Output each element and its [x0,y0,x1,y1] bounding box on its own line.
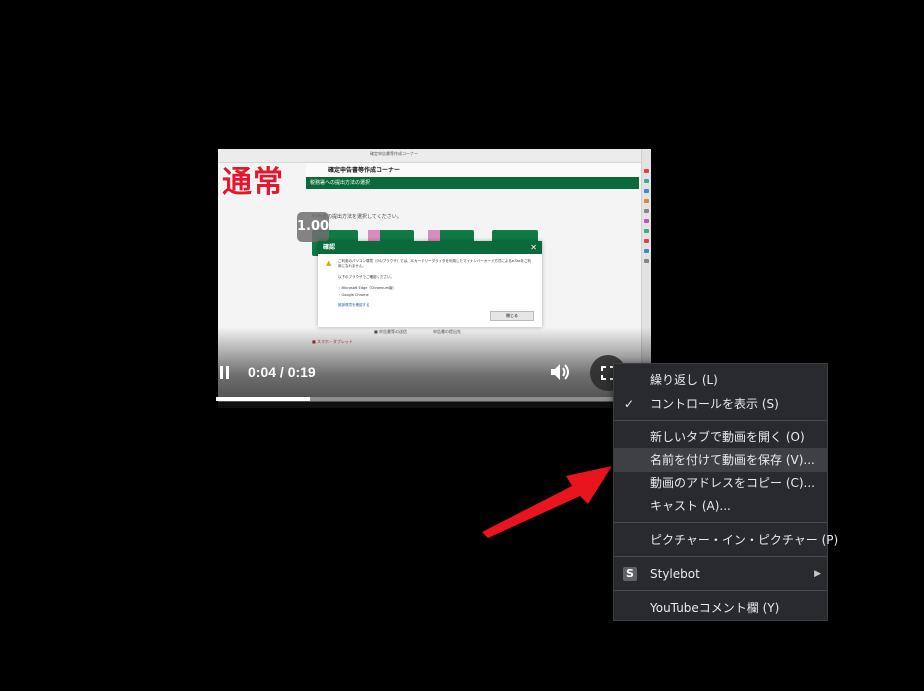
menu-item-label: ピクチャー・イン・ピクチャー (P) [650,533,839,547]
menu-item-label: YouTubeコメント欄 (Y) [650,601,780,615]
menu-item-label: Stylebot [650,567,700,581]
stage: 確定申告書等作成コーナー 確定申告書等作成コーナー 税務署への提出方法の選択 利… [0,0,924,691]
menu-item-label: 名前を付けて動画を保存 (V)... [650,453,815,467]
menu-item-label: コントロールを表示 (S) [650,397,779,411]
speed-badge: 1.00 [297,212,329,242]
progress-fill [216,397,310,401]
dialog-ok-button: 閉じる [490,311,534,321]
volume-icon[interactable] [550,363,570,381]
submenu-arrow-icon: ▶ [814,569,821,579]
video-green-bar-text: 税務署への提出方法の選択 [310,180,371,186]
dialog-link: 推奨環境を確認する [338,303,370,307]
menu-item-label: 動画のアドレスをコピー (C)... [650,476,816,490]
dialog-line: ご利用のパソコン環境（OS/ブラウザ）では、ICカードリーダライタを利用したマイ… [338,259,532,268]
menu-separator [614,420,827,421]
menu-separator [614,556,827,557]
video-site-header: 確定申告書等作成コーナー [306,163,641,177]
video-context-menu: 繰り返し (L) ✓ コントロールを表示 (S) 新しいタブで動画を開く (O)… [613,363,838,621]
dialog-line: ・Google Chrome [338,293,369,297]
dialog-title: 確認 [323,244,336,251]
video-green-bar: 税務署への提出方法の選択 [306,177,639,189]
video-confirm-dialog: 確認 ✕ ▲ ご利用のパソコン環境（OS/ブラウザ）では、ICカードリーダライタ… [318,241,542,327]
check-icon: ✓ [624,397,635,411]
menu-item-label: キャスト (A)... [650,499,731,513]
stylebot-icon: S [623,567,637,581]
warning-icon: ▲ [326,259,332,267]
menu-separator [614,590,827,591]
menu-item-label: 新しいタブで動画を開く (O) [650,430,805,444]
menu-item-copy-video-address[interactable]: 動画のアドレスをコピー (C)... [614,471,827,495]
dialog-header: 確認 ✕ [318,241,542,254]
close-icon: ✕ [530,243,537,252]
menu-item-show-controls[interactable]: ✓ コントロールを表示 (S) [614,392,827,416]
menu-separator [614,522,827,523]
menu-item-loop[interactable]: 繰り返し (L) [614,368,827,392]
menu-item-cast[interactable]: キャスト (A)... [614,494,827,518]
menu-item-label: 繰り返し (L) [650,373,718,387]
progress-bar[interactable] [216,397,614,401]
video-site-title: 確定申告書等作成コーナー [328,167,401,174]
menu-item-youtube-comments[interactable]: YouTubeコメント欄 (Y) [614,596,827,620]
dialog-line: 以下のブラウザでご確認ください。 [338,275,394,279]
video-bottom-strip [218,402,613,408]
red-arrow-annotation [482,466,612,538]
video-tab-title: 確定申告書等作成コーナー [370,151,418,156]
dialog-line: ・Microsoft Edge（Chromium版） [338,286,397,290]
menu-item-save-video-as[interactable]: 名前を付けて動画を保存 (V)... [614,448,827,472]
normal-speed-stamp: 通常 [222,165,284,200]
time-display: 0:04 / 0:19 [248,364,316,380]
menu-item-stylebot[interactable]: S Stylebot ▶ [614,562,827,586]
menu-item-picture-in-picture[interactable]: ピクチャー・イン・ピクチャー (P) [614,528,838,552]
pause-button[interactable] [219,366,231,380]
menu-item-open-in-new-tab[interactable]: 新しいタブで動画を開く (O) [614,425,827,449]
video-breadcrumb [306,193,639,201]
